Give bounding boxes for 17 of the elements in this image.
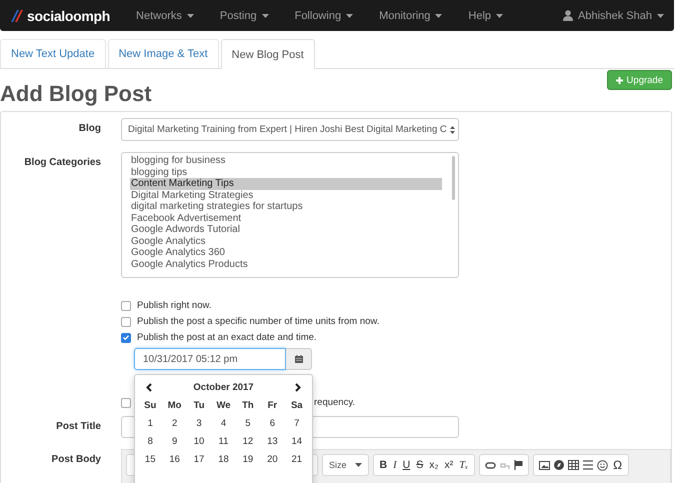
weekday-label: Sa [290,400,304,411]
weekday-label: Th [241,400,255,411]
field-label: Post Body [50,453,102,467]
option-label: Publish the post a specific number of time units from now. [137,316,380,327]
field-label: Post Title [55,420,102,434]
weekday-label: Mo [166,400,182,411]
field-label: Blog Categories [23,156,102,170]
option-label: requency. [314,397,356,408]
page-title: Add Blog Post [0,81,152,107]
weekday-label: Fr [266,400,278,411]
weekday-label: Su [143,400,158,411]
weekday-label: We [215,400,232,411]
weekday-label: Tu [192,400,206,411]
field-label: Blog [78,122,102,136]
option-label: Publish the post at an exact date and time. [137,332,317,343]
logo-text: socialoomph [27,8,110,24]
option-label: Publish right now. [137,300,212,311]
